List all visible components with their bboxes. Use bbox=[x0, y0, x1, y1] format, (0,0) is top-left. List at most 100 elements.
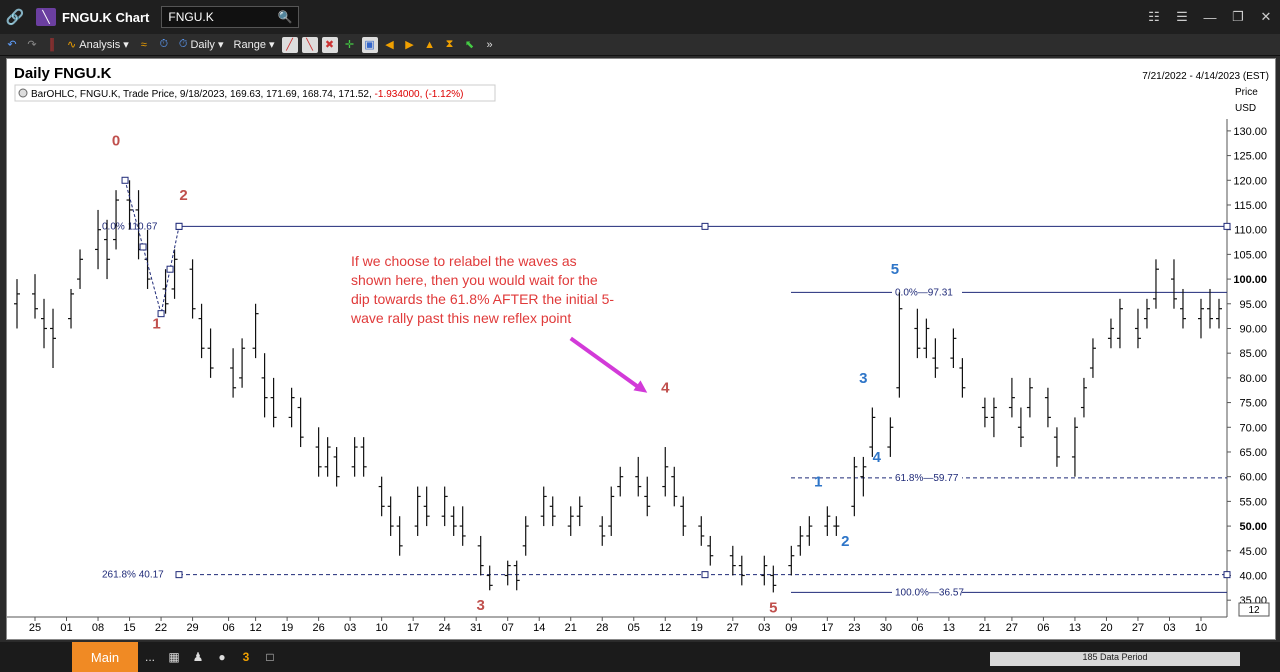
delete-drawing-icon[interactable]: ✖ bbox=[321, 36, 338, 53]
y-tick-label: 50.00 bbox=[1239, 521, 1267, 533]
x-tick-label: 06 bbox=[1037, 622, 1049, 634]
range-dropdown[interactable]: Range ▾ bbox=[231, 36, 278, 54]
annotation-line-4: wave rally past this new reflex point bbox=[350, 310, 571, 326]
x-tick-label: 15 bbox=[123, 622, 135, 634]
y-tick-label: 65.00 bbox=[1239, 447, 1267, 459]
select-tool-icon[interactable]: ⬉ bbox=[462, 37, 478, 53]
x-tick-label: 19 bbox=[691, 622, 703, 634]
wave-label: 1 bbox=[152, 315, 160, 332]
zoom-box-icon[interactable]: ▣ bbox=[361, 36, 378, 53]
wave-path-handle bbox=[175, 222, 183, 230]
x-tick-label: 27 bbox=[1006, 622, 1018, 634]
window-icon[interactable]: □ bbox=[258, 642, 282, 672]
wave-label: 5 bbox=[891, 261, 899, 278]
crosshair-icon[interactable]: ✛ bbox=[342, 37, 358, 53]
wave-label: 3 bbox=[859, 370, 867, 387]
x-tick-label: 05 bbox=[628, 622, 640, 634]
y-tick-label: 90.00 bbox=[1239, 323, 1267, 335]
x-tick-label: 12 bbox=[659, 622, 671, 634]
x-tick-label: 30 bbox=[880, 622, 892, 634]
analysis-icon: ∿ bbox=[67, 39, 77, 51]
scroll-right-icon[interactable]: ▶ bbox=[402, 37, 418, 53]
redo-icon[interactable]: ↷ bbox=[24, 37, 40, 53]
legend-settings-icon[interactable] bbox=[18, 88, 28, 98]
y-tick-label: 120.00 bbox=[1233, 175, 1267, 187]
x-tick-label: 14 bbox=[533, 622, 545, 634]
symbol-search-input[interactable]: FNGU.K 🔍 bbox=[161, 6, 300, 28]
scroll-left-icon[interactable]: ◀ bbox=[382, 37, 398, 53]
fib-handle bbox=[701, 571, 709, 579]
legend-change: -1.934000, (-1.12%) bbox=[375, 89, 464, 100]
tab-main[interactable]: Main bbox=[72, 642, 138, 672]
interval-dropdown[interactable]: ⏱ Daily ▾ bbox=[176, 36, 227, 54]
chat-icon[interactable]: ● bbox=[210, 642, 234, 672]
close-icon[interactable]: ✕ bbox=[1252, 0, 1280, 34]
drawing-tools-icon[interactable]: ≈ bbox=[136, 37, 152, 53]
wave-label: 2 bbox=[841, 533, 849, 550]
x-tick-label: 19 bbox=[281, 622, 293, 634]
fib-handle bbox=[701, 222, 709, 230]
notification-count[interactable]: 3 bbox=[234, 642, 258, 672]
wave-label: 3 bbox=[477, 597, 485, 614]
fib-lower-label-1: 61.8%—59.77 bbox=[895, 473, 959, 484]
x-tick-label: 29 bbox=[186, 622, 198, 634]
wave-label: 4 bbox=[873, 449, 882, 466]
x-month-label: January 2023 bbox=[785, 637, 861, 639]
zoom-out-icon[interactable]: ⧗ bbox=[442, 37, 458, 53]
x-tick-label: 27 bbox=[727, 622, 739, 634]
x-tick-label: 10 bbox=[1195, 622, 1207, 634]
clock-icon[interactable]: ⏱ bbox=[156, 37, 172, 53]
x-tick-label: 09 bbox=[785, 622, 797, 634]
x-tick-label: 13 bbox=[1069, 622, 1081, 634]
y-tick-label: 95.00 bbox=[1239, 299, 1267, 311]
more-tools-icon[interactable]: » bbox=[482, 37, 498, 53]
x-tick-label: 25 bbox=[29, 622, 41, 634]
price-chart[interactable]: Daily FNGU.K 7/21/2022 - 4/14/2023 (EST)… bbox=[7, 59, 1275, 651]
y-tick-label: 45.00 bbox=[1239, 546, 1267, 558]
link-group-icon[interactable]: ☷ bbox=[1140, 0, 1168, 34]
menu-icon[interactable]: ☰ bbox=[1168, 0, 1196, 34]
wave-label: 1 bbox=[814, 474, 822, 491]
window-controls: ☷ ☰ — ❐ ✕ bbox=[1140, 0, 1280, 34]
grid-icon[interactable]: ▦ bbox=[162, 642, 186, 672]
x-tick-label: 13 bbox=[943, 622, 955, 634]
x-tick-label: 23 bbox=[848, 622, 860, 634]
minimize-icon[interactable]: — bbox=[1196, 0, 1224, 34]
legend-text: BarOHLC, FNGU.K, Trade Price, 9/18/2023,… bbox=[31, 89, 375, 100]
bar-style-icon[interactable]: ║ bbox=[44, 37, 60, 53]
x-month-label: February 2023 bbox=[913, 637, 995, 639]
x-month-label: Jul 22 bbox=[20, 637, 54, 639]
undo-icon[interactable]: ↶ bbox=[4, 37, 20, 53]
x-month-label: September 2022 bbox=[223, 637, 315, 639]
search-icon[interactable]: 🔍 bbox=[277, 10, 292, 24]
data-period: 185 Data Period bbox=[990, 652, 1240, 666]
x-month-label: Apr 23 bbox=[1164, 637, 1202, 639]
x-tick-label: 31 bbox=[470, 622, 482, 634]
x-tick-label: 27 bbox=[1132, 622, 1144, 634]
date-range: 7/21/2022 - 4/14/2023 (EST) bbox=[1142, 71, 1269, 82]
more-tabs-button[interactable]: ... bbox=[138, 642, 162, 672]
status-bar: Main ... ▦ ♟ ● 3 □ 185 Data Period bbox=[0, 642, 1280, 672]
legend-line: BarOHLC, FNGU.K, Trade Price, 9/18/2023,… bbox=[31, 89, 464, 100]
x-tick-label: 01 bbox=[60, 622, 72, 634]
interval-label: Daily bbox=[190, 38, 215, 51]
area-chart-icon[interactable]: ╲ bbox=[301, 36, 318, 53]
x-month-label: August 2022 bbox=[107, 637, 179, 639]
x-tick-label: 28 bbox=[596, 622, 608, 634]
restore-icon[interactable]: ❐ bbox=[1224, 0, 1252, 34]
user-icon[interactable]: ♟ bbox=[186, 642, 210, 672]
x-tick-label: 03 bbox=[758, 622, 770, 634]
symbol-input-value[interactable]: FNGU.K bbox=[168, 10, 213, 24]
analysis-button[interactable]: ∿ Analysis ▾ bbox=[64, 36, 132, 54]
x-tick-label: 07 bbox=[502, 622, 514, 634]
currency-label: USD bbox=[1235, 103, 1256, 114]
analysis-label: Analysis bbox=[79, 38, 121, 51]
link-icon[interactable]: 🔗 bbox=[0, 0, 30, 34]
annotation-line-2: shown here, then you would wait for the bbox=[351, 272, 598, 288]
zoom-in-icon[interactable]: ▲ bbox=[422, 37, 438, 53]
wave-path-handle bbox=[121, 176, 129, 184]
wave-label: 0 bbox=[112, 133, 120, 150]
line-chart-icon[interactable]: ╱ bbox=[281, 36, 298, 53]
legend: BarOHLC, FNGU.K, Trade Price, 9/18/2023,… bbox=[14, 84, 496, 102]
chart-panel[interactable]: Daily FNGU.K 7/21/2022 - 4/14/2023 (EST)… bbox=[6, 58, 1276, 651]
